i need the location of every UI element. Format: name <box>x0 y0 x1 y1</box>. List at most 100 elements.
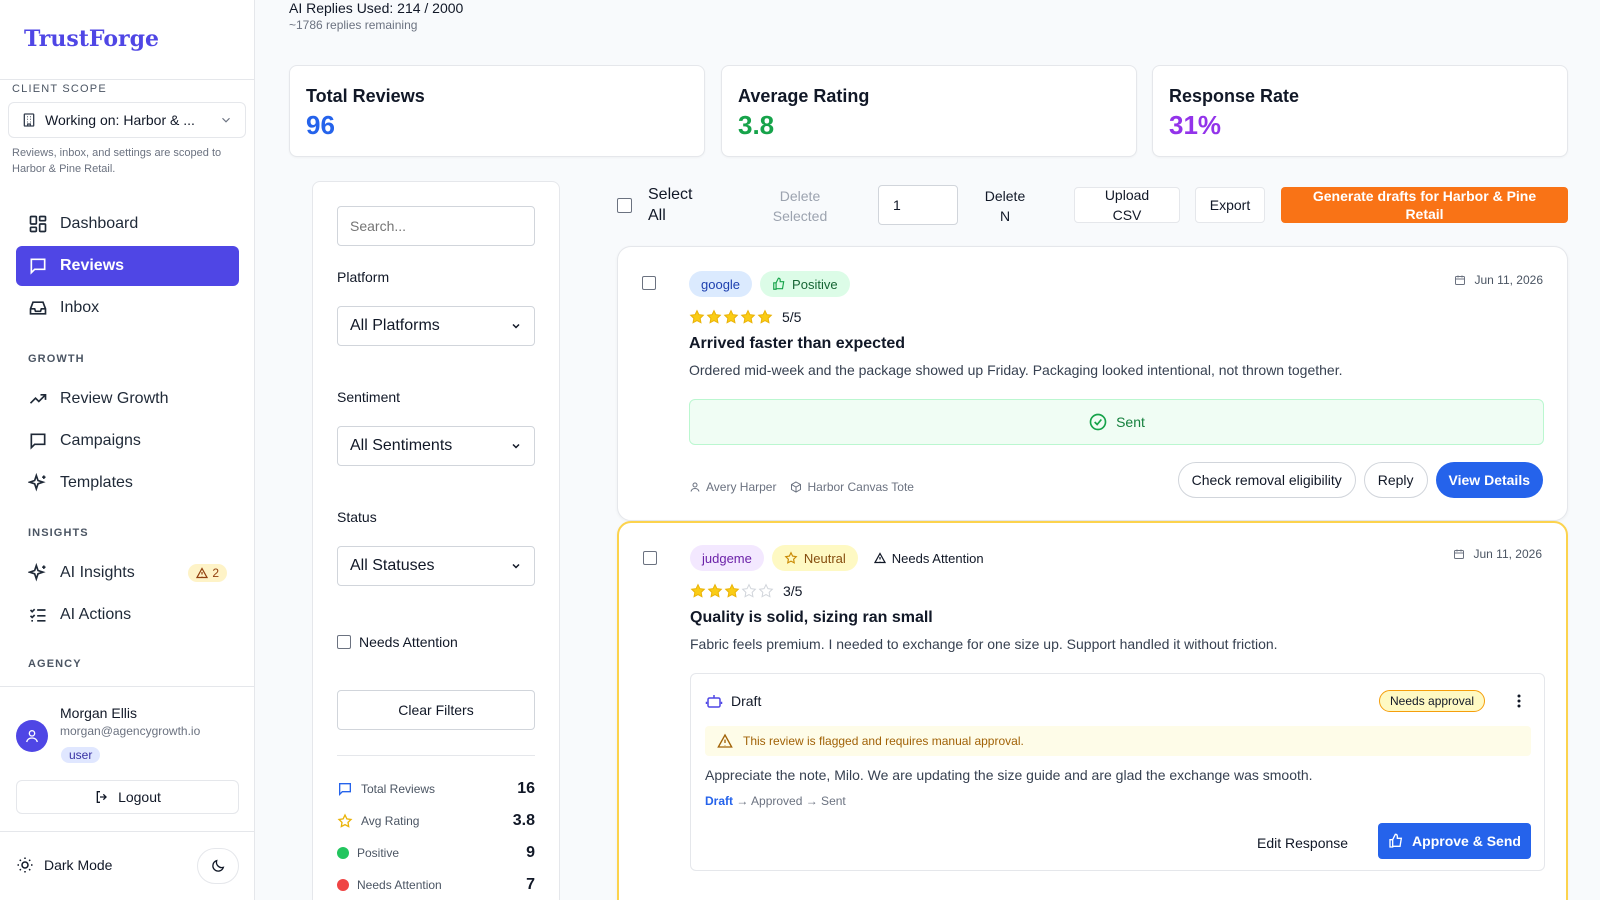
workflow-status: Draft → Approved → Sent <box>705 794 846 808</box>
brand-logo[interactable]: TrustForge <box>24 26 159 52</box>
alert-count: 2 <box>212 566 219 580</box>
nav-item-label: Templates <box>60 474 133 491</box>
inbox-icon <box>28 298 48 318</box>
warning-icon <box>873 552 886 564</box>
summary-total-reviews: Total Reviews 16 <box>337 780 535 798</box>
ai-quota-remaining: ~1786 replies remaining <box>289 18 418 32</box>
platform-select[interactable]: All Platforms <box>337 306 535 346</box>
nav-item-ai-insights[interactable]: AI Insights 2 <box>16 553 239 593</box>
status-select[interactable]: All Statuses <box>337 546 535 586</box>
status-label: Status <box>337 509 377 525</box>
nav-item-label: Reviews <box>60 257 125 274</box>
nav-item-templates[interactable]: Templates <box>16 463 239 503</box>
delete-n-button[interactable]: Delete N <box>980 186 1030 226</box>
generate-drafts-button[interactable]: Generate drafts for Harbor & Pine Retail <box>1281 187 1568 223</box>
client-scope-value: Working on: Harbor & ... <box>45 112 195 128</box>
generate-text: Retail <box>1405 206 1444 222</box>
edit-response-button[interactable]: Edit Response <box>1247 826 1358 860</box>
select-all-label[interactable]: Select All <box>648 184 692 226</box>
delete-selected-text: Delete <box>779 188 821 204</box>
nav-item-inbox[interactable]: Inbox <box>16 288 239 328</box>
view-details-button[interactable]: View Details <box>1435 462 1543 498</box>
chevron-down-icon <box>512 323 520 329</box>
star-filled-icon <box>724 583 740 599</box>
moon-icon <box>212 859 225 872</box>
warning-icon <box>196 567 209 579</box>
needs-attention-checkbox[interactable] <box>337 635 351 649</box>
review-tags: google Positive <box>689 271 850 297</box>
delete-count-input[interactable]: 1 <box>878 185 958 225</box>
summary-positive: Positive 9 <box>337 844 535 862</box>
nav-item-review-growth[interactable]: Review Growth <box>16 379 239 419</box>
review-select-checkbox[interactable] <box>642 276 656 290</box>
nav-item-label: AI Actions <box>60 606 132 623</box>
sentiment-badge: Neutral <box>771 545 858 571</box>
upload-csv-button[interactable]: Upload CSV <box>1074 187 1180 223</box>
review-product: Harbor Canvas Tote <box>790 480 914 494</box>
review-meta: Avery Harper Harbor Canvas Tote <box>689 480 914 494</box>
summary-value: 3.8 <box>512 812 535 829</box>
needs-approval-badge: Needs approval <box>1379 690 1486 712</box>
star-filled-icon <box>757 309 773 325</box>
ai-quota-used: AI Replies Used: 214 / 2000 <box>289 0 464 16</box>
stat-value: 3.8 <box>738 110 775 140</box>
clear-filters-button[interactable]: Clear Filters <box>337 690 535 730</box>
divider <box>0 686 255 687</box>
user-name: Morgan Ellis <box>60 705 138 721</box>
reply-button[interactable]: Reply <box>1363 462 1428 498</box>
check-circle-icon <box>1089 413 1107 431</box>
nav-item-ai-actions[interactable]: AI Actions <box>16 595 239 635</box>
review-date-text: Jun 11, 2026 <box>1473 547 1542 561</box>
calendar-icon <box>1455 275 1466 285</box>
sentiment-label: Sentiment <box>337 389 401 405</box>
check-removal-button[interactable]: Check removal eligibility <box>1177 462 1356 498</box>
review-select-checkbox[interactable] <box>643 551 657 565</box>
delete-selected-button[interactable]: Delete Selected <box>750 186 850 226</box>
filter-panel: Platform All Platforms Sentiment All Sen… <box>312 181 560 900</box>
message-icon <box>28 256 48 276</box>
approve-send-button[interactable]: Approve & Send <box>1378 823 1531 859</box>
sentiment-text: Neutral <box>803 550 846 566</box>
summary-value: 9 <box>526 844 535 861</box>
dark-mode-label: Dark Mode <box>16 856 112 874</box>
export-button[interactable]: Export <box>1195 187 1265 223</box>
rating-score: 5/5 <box>782 309 802 325</box>
star-icon <box>337 813 353 828</box>
nav-item-campaigns[interactable]: Campaigns <box>16 421 239 461</box>
star-empty-icon <box>758 583 774 599</box>
delete-n-text: N <box>999 208 1011 224</box>
select-all-checkbox[interactable] <box>617 198 632 213</box>
upload-text: CSV <box>1112 207 1142 223</box>
summary-needs-attention: Needs Attention 7 <box>337 876 535 894</box>
stat-value: 31% <box>1169 110 1222 140</box>
needs-attention-filter[interactable]: Needs Attention <box>337 634 458 650</box>
nav-item-dashboard[interactable]: Dashboard <box>16 204 239 244</box>
platform-badge: google <box>689 271 753 297</box>
sentiment-select[interactable]: All Sentiments <box>337 426 535 466</box>
package-icon <box>791 481 802 493</box>
stat-card-average-rating: Average Rating 3.8 <box>721 65 1137 157</box>
dark-mode-toggle[interactable] <box>197 848 239 884</box>
chevron-down-icon <box>512 443 520 449</box>
bot-icon <box>705 695 723 708</box>
checklist-icon <box>28 605 48 625</box>
delete-n-text: Delete <box>984 188 1026 204</box>
upload-text: Upload <box>1104 187 1150 203</box>
sentiment-value: All Sentiments <box>350 437 453 454</box>
more-options-icon[interactable] <box>1509 690 1529 712</box>
green-dot-icon <box>337 847 349 859</box>
star-filled-icon <box>690 583 706 599</box>
section-label-agency: AGENCY <box>28 658 82 670</box>
draft-header: Draft <box>705 692 761 710</box>
review-actions: Check removal eligibility Reply View Det… <box>1177 462 1543 498</box>
sentiment-badge: Positive <box>760 271 850 297</box>
flagged-warning: This review is flagged and requires manu… <box>705 726 1531 756</box>
avatar[interactable] <box>16 720 48 752</box>
message-icon <box>339 783 351 796</box>
nav-item-label: Inbox <box>60 299 100 316</box>
star-filled-icon <box>740 309 756 325</box>
search-input[interactable] <box>337 206 535 246</box>
logout-button[interactable]: Logout <box>16 780 239 814</box>
nav-item-reviews[interactable]: Reviews <box>16 246 239 286</box>
client-scope-select[interactable]: Working on: Harbor & ... <box>8 102 246 138</box>
